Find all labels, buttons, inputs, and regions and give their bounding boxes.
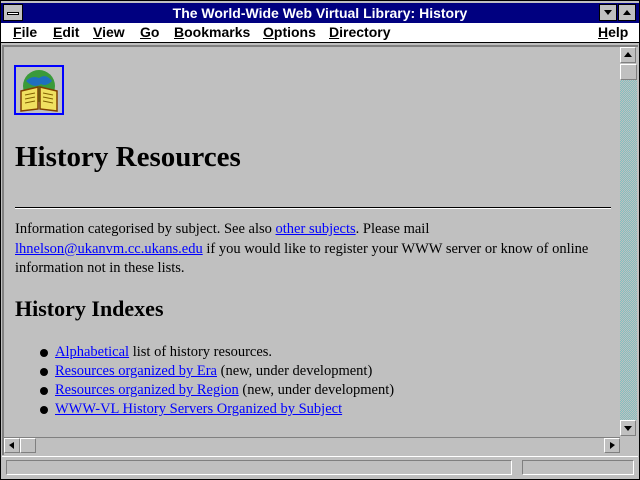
list-item-note: list of history resources. <box>129 344 273 360</box>
menu-edit-mnemonic: E <box>53 24 63 40</box>
by-region-link[interactable]: Resources organized by Region <box>55 382 239 398</box>
arrow-right-icon <box>610 442 615 449</box>
menu-go-rest: o <box>150 24 160 40</box>
menu-directory-rest: irectory <box>339 24 391 40</box>
menu-view-rest: iew <box>102 24 125 40</box>
bullet-icon <box>40 349 48 357</box>
by-subject-link[interactable]: WWW-VL History Servers Organized by Subj… <box>55 401 342 417</box>
page-title: History Resources <box>15 141 241 173</box>
title-bar[interactable]: The World-Wide Web Virtual Library: Hist… <box>1 3 639 23</box>
menu-edit-rest: dit <box>62 24 80 40</box>
menu-bar: File Edit View Go Bookmarks Options Dire… <box>1 23 639 43</box>
alphabetical-link[interactable]: Alphabetical <box>55 344 129 360</box>
status-message <box>6 460 512 475</box>
menu-view[interactable]: View <box>93 24 125 40</box>
bullet-icon <box>40 406 48 414</box>
arrow-down-icon <box>624 426 632 431</box>
menu-bookmarks[interactable]: Bookmarks <box>174 24 250 40</box>
scroll-up-button[interactable] <box>620 47 636 63</box>
horizontal-scrollbar[interactable] <box>4 437 620 454</box>
window-title: The World-Wide Web Virtual Library: Hist… <box>172 5 468 21</box>
menu-edit[interactable]: Edit <box>53 24 79 40</box>
vertical-scroll-thumb[interactable] <box>620 64 637 80</box>
horizontal-scroll-thumb[interactable] <box>20 438 36 453</box>
history-index-list: Alphabetical list of history resources. … <box>40 343 394 419</box>
menu-go[interactable]: Go <box>140 24 159 40</box>
maximize-arrow-icon <box>623 10 631 15</box>
menu-directory[interactable]: Directory <box>329 24 390 40</box>
minimize-button[interactable] <box>599 4 617 21</box>
minimize-arrow-icon <box>604 10 612 15</box>
menu-view-mnemonic: V <box>93 24 103 40</box>
scroll-left-button[interactable] <box>4 438 20 453</box>
other-subjects-link[interactable]: other subjects <box>276 221 356 237</box>
scroll-right-button[interactable] <box>604 438 620 453</box>
list-item: WWW-VL History Servers Organized by Subj… <box>40 400 394 419</box>
bullet-icon <box>40 387 48 395</box>
intro-text-1: Information categorised by subject. See … <box>15 221 276 237</box>
menu-file-mnemonic: F <box>13 24 22 40</box>
progress-indicator <box>522 460 634 475</box>
vertical-scroll-track[interactable] <box>620 64 637 420</box>
scroll-down-button[interactable] <box>620 420 636 436</box>
list-item-note: (new, under development) <box>238 382 395 398</box>
menu-help-rest: elp <box>608 24 629 40</box>
bullet-icon <box>40 368 48 376</box>
status-bar <box>2 456 638 479</box>
intro-paragraph: Information categorised by subject. See … <box>15 220 611 279</box>
arrow-left-icon <box>9 442 14 449</box>
menu-help-mnemonic: H <box>598 24 609 40</box>
page-content: History Resources Information categorise… <box>4 49 618 435</box>
arrow-up-icon <box>624 52 632 57</box>
menu-go-mnemonic: G <box>140 24 151 40</box>
horizontal-rule <box>15 207 611 209</box>
list-item: Resources organized by Region (new, unde… <box>40 381 394 400</box>
list-item-note: (new, under development) <box>217 363 373 379</box>
globe-book-icon[interactable] <box>14 65 64 115</box>
vertical-scrollbar[interactable] <box>620 47 637 437</box>
section-heading: History Indexes <box>15 296 164 321</box>
menu-options-mnemonic: O <box>263 24 274 40</box>
list-item: Alphabetical list of history resources. <box>40 343 394 362</box>
list-item: Resources organized by Era (new, under d… <box>40 362 394 381</box>
menu-file[interactable]: File <box>13 24 37 40</box>
menu-options-rest: ptions <box>273 24 316 40</box>
email-link[interactable]: lhnelson@ukanvm.cc.ukans.edu <box>15 241 203 257</box>
by-era-link[interactable]: Resources organized by Era <box>55 363 217 379</box>
menu-directory-mnemonic: D <box>329 24 340 40</box>
menu-bookmarks-mnemonic: B <box>174 24 185 40</box>
browser-window: The World-Wide Web Virtual Library: Hist… <box>0 0 640 480</box>
maximize-button[interactable] <box>618 4 636 21</box>
menu-options[interactable]: Options <box>263 24 316 40</box>
menu-bookmarks-rest: ookmarks <box>184 24 251 40</box>
menu-help[interactable]: Help <box>598 24 628 40</box>
menu-file-rest: ile <box>21 24 38 40</box>
intro-text-2: . Please mail <box>355 221 430 237</box>
